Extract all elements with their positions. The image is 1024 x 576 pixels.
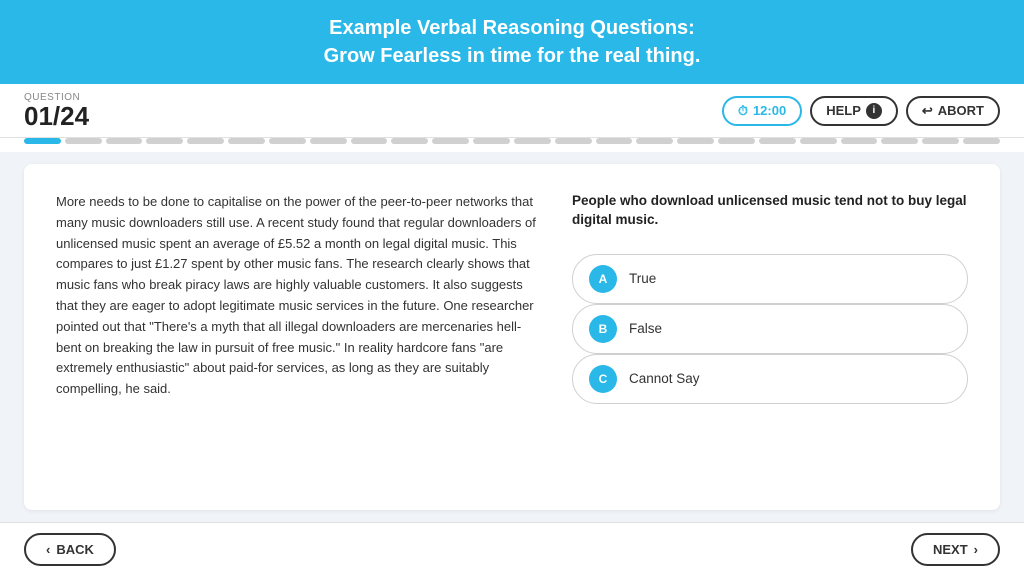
back-button[interactable]: ‹ BACK: [24, 533, 116, 566]
question-section: People who download unlicensed music ten…: [572, 192, 968, 482]
progress-segment-11: [432, 138, 469, 144]
passage-text: More needs to be done to capitalise on t…: [56, 192, 540, 400]
progress-segment-1: [24, 138, 61, 144]
answer-option-c[interactable]: C Cannot Say: [572, 354, 968, 404]
progress-segment-12: [473, 138, 510, 144]
progress-segment-23: [922, 138, 959, 144]
option-badge-b: B: [589, 315, 617, 343]
timer-button[interactable]: ⏱ 12:00: [722, 96, 802, 126]
option-label-c: Cannot Say: [629, 371, 700, 386]
progress-segment-17: [677, 138, 714, 144]
page-header: Example Verbal Reasoning Questions: Grow…: [0, 0, 1024, 84]
progress-segment-22: [881, 138, 918, 144]
progress-segment-19: [759, 138, 796, 144]
progress-segment-20: [800, 138, 837, 144]
progress-bar: [0, 138, 1024, 152]
option-label-b: False: [629, 321, 662, 336]
progress-segment-8: [310, 138, 347, 144]
answer-option-b[interactable]: B False: [572, 304, 968, 354]
option-badge-c: C: [589, 365, 617, 393]
abort-button[interactable]: ↩ ABORT: [906, 96, 1000, 126]
progress-segment-18: [718, 138, 755, 144]
next-icon: ›: [974, 542, 978, 557]
question-text: People who download unlicensed music ten…: [572, 192, 968, 230]
toolbar-actions: ⏱ 12:00 HELP i ↩ ABORT: [722, 96, 1000, 126]
progress-segment-7: [269, 138, 306, 144]
option-badge-a: A: [589, 265, 617, 293]
progress-segment-9: [351, 138, 388, 144]
question-card: More needs to be done to capitalise on t…: [24, 164, 1000, 510]
progress-segment-2: [65, 138, 102, 144]
header-title: Example Verbal Reasoning Questions: Grow…: [20, 14, 1004, 70]
progress-segment-6: [228, 138, 265, 144]
progress-segment-10: [391, 138, 428, 144]
option-label-a: True: [629, 271, 656, 286]
question-info: QUESTION 01/24: [24, 92, 89, 129]
progress-segment-16: [636, 138, 673, 144]
progress-segment-5: [187, 138, 224, 144]
help-button[interactable]: HELP i: [810, 96, 898, 126]
toolbar: QUESTION 01/24 ⏱ 12:00 HELP i ↩ ABORT: [0, 84, 1024, 138]
progress-segment-13: [514, 138, 551, 144]
progress-segment-21: [841, 138, 878, 144]
back-icon: ‹: [46, 542, 50, 557]
question-number: 01/24: [24, 103, 89, 129]
progress-segment-15: [596, 138, 633, 144]
footer: ‹ BACK NEXT ›: [0, 522, 1024, 576]
info-icon: i: [866, 103, 882, 119]
clock-icon: ⏱: [738, 103, 748, 119]
progress-segment-3: [106, 138, 143, 144]
abort-icon: ↩: [922, 103, 933, 119]
answer-option-a[interactable]: A True: [572, 254, 968, 304]
progress-segment-24: [963, 138, 1000, 144]
answers-container: A True B False C Cannot Say: [572, 254, 968, 404]
progress-segment-4: [146, 138, 183, 144]
progress-segment-14: [555, 138, 592, 144]
next-button[interactable]: NEXT ›: [911, 533, 1000, 566]
main-content: More needs to be done to capitalise on t…: [0, 152, 1024, 522]
passage-section: More needs to be done to capitalise on t…: [56, 192, 540, 482]
